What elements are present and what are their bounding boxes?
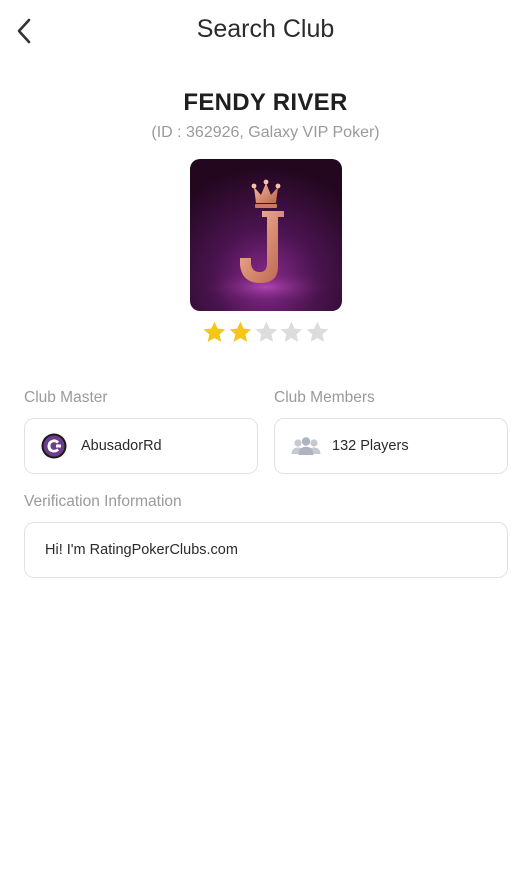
verification-label: Verification Information <box>24 493 182 510</box>
club-master-label: Club Master <box>24 389 108 406</box>
star-empty-icon <box>306 321 329 342</box>
logo-letter: J <box>190 159 191 160</box>
page-title: Search Club <box>196 15 335 43</box>
star-empty-icon <box>280 321 303 342</box>
star-empty-icon <box>255 321 277 342</box>
club-id-subtitle: (ID : 362926, Galaxy VIP Poker) <box>151 124 380 141</box>
people-icon <box>291 437 321 455</box>
avatar-icon <box>41 433 67 459</box>
club-logo: J <box>190 159 342 311</box>
club-name: FENDY RIVER <box>183 89 348 116</box>
star-rating <box>202 320 330 346</box>
app-header: Search Club <box>0 0 531 62</box>
verification-text: Hi! I'm RatingPokerClubs.com <box>45 542 238 558</box>
star-filled-icon <box>229 321 252 342</box>
club-members-count: 132 Players <box>332 438 409 454</box>
club-members-card[interactable]: 132 Players <box>274 418 508 474</box>
star-filled-icon <box>203 321 226 342</box>
club-members-label: Club Members <box>274 389 375 406</box>
club-master-name: AbusadorRd <box>81 438 162 454</box>
club-master-card[interactable]: AbusadorRd <box>24 418 258 474</box>
verification-box: Hi! I'm RatingPokerClubs.com <box>24 522 508 578</box>
